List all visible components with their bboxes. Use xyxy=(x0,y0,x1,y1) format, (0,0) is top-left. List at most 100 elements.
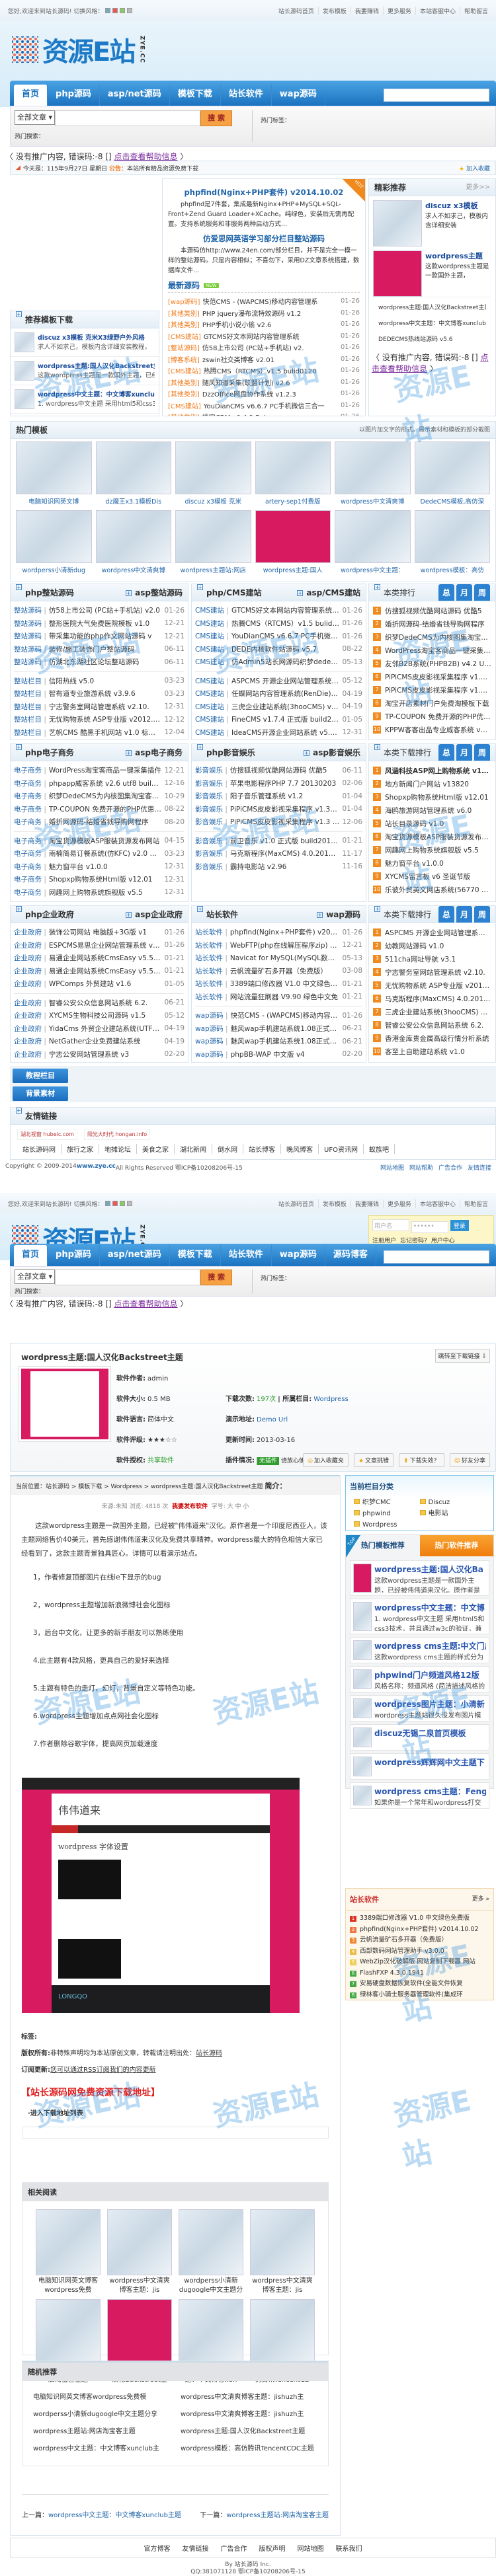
row-category[interactable]: CMS建站 xyxy=(195,702,229,712)
rank-item[interactable]: 9 香港金库贵金属高级行情分析系统 xyxy=(373,1032,491,1045)
latest-title[interactable]: 随风知道采集(联盟计划) v2.6 xyxy=(202,377,338,387)
username-input[interactable]: 用户名 xyxy=(372,1219,409,1231)
category-link[interactable]: Wordpress xyxy=(313,1396,349,1403)
nav-item-3[interactable]: 模板下载 xyxy=(170,1245,221,1266)
latest-item[interactable]: [博客系统] zswin社交类博客 v2.01 01-26 xyxy=(168,354,360,365)
sidebar-template-item[interactable]: wordpress cms主题:中文门户 这款wordpress cms主题的样式… xyxy=(350,1637,489,1663)
latest-category[interactable]: [其他类别] xyxy=(168,319,200,329)
pick-link[interactable]: DEDECMS热线站源码 v5.6 xyxy=(378,332,486,348)
row-title[interactable]: 仿湖北东湖社区论坛整站源码 xyxy=(49,657,162,667)
row-category[interactable]: CMS建站 xyxy=(195,631,229,641)
software-title[interactable]: 西部数码网站管理助手 v3.0.0 xyxy=(360,1948,444,1955)
sidebar-item-title[interactable]: discuz无锡二泉首页模板 xyxy=(374,1727,466,1739)
nav-item-0[interactable]: 首页 xyxy=(14,1245,48,1266)
row-title[interactable]: 整形医院大气免费医院模板 v1.0 xyxy=(49,619,162,628)
latest-item[interactable]: [其他类别] DzzOffice网盘协作系统 v1.2.3 01-26 xyxy=(168,388,360,400)
tab-hot-software[interactable]: 热门软件推荐 xyxy=(419,1535,493,1556)
row-title[interactable]: 信阳热线 v5.0 xyxy=(49,676,162,686)
category-item[interactable]: 织梦CMC xyxy=(354,1497,420,1508)
software-item[interactable]: 5 WebZip汉化破解版 网站复制下载器 网站 xyxy=(350,1957,489,1968)
section-tab[interactable]: asp影音娱乐 xyxy=(313,748,360,757)
rank-tab-2[interactable]: 周 xyxy=(474,906,490,923)
hot-template-title[interactable]: wordperss小清新dug xyxy=(16,563,92,576)
rank-item[interactable]: 10 客至上自助建站系统 v1.0 xyxy=(373,1045,491,1058)
related-title[interactable]: wordpress中文清爽博客主题：jis xyxy=(250,2277,315,2295)
related-title[interactable]: wordpress中文清爽博客主题：jis xyxy=(107,2277,172,2295)
row-category[interactable]: 整站源码 xyxy=(14,619,46,628)
rank-tab-0[interactable]: 总 xyxy=(438,906,454,923)
row-title[interactable]: 阳子音乐管理系统 v1.2 xyxy=(230,791,340,801)
section-tab[interactable]: asp整站源码 xyxy=(135,588,183,597)
list-row[interactable]: 企业政府易通企业网站系统CmsEasy v5.5 UTF-01-21 xyxy=(14,965,185,978)
download-broken-button[interactable]: ⬆ 下载失效？ xyxy=(399,1453,444,1467)
row-category[interactable]: 影音娱乐 xyxy=(195,849,227,858)
friend-link[interactable]: 站长博客 xyxy=(243,1144,281,1154)
row-category[interactable]: 企业政府 xyxy=(14,1010,46,1020)
row-category[interactable]: 企业政府 xyxy=(14,953,46,963)
friend-link[interactable]: 倒水网 xyxy=(212,1144,243,1154)
latest-title[interactable]: 悟空CRM v0.4.9 Beta xyxy=(202,412,338,416)
row-category[interactable]: 整站源码 xyxy=(14,644,46,654)
row-category[interactable]: CMS建站 xyxy=(195,605,229,615)
top-link-help[interactable]: 帮助留言 xyxy=(459,1199,488,1208)
hot-template-title[interactable]: wordpress模板：高仿 xyxy=(415,563,491,576)
latest-category[interactable]: [CMS建站] xyxy=(168,365,201,375)
row-category[interactable]: 企业政府 xyxy=(14,927,46,937)
list-row[interactable]: 整站栏目宁志警务室网站管理系统 v2.10.12-31 xyxy=(14,701,185,714)
list-row[interactable]: wap源码魅风wap手机建站系统1.08正式版（06-21 xyxy=(195,1035,362,1048)
row-category[interactable]: 站长软件 xyxy=(195,940,227,950)
search-scope-select[interactable]: 全部文章 ▾ xyxy=(15,110,56,125)
recommend-item[interactable]: discuz x3模板 克米X3绿野户外风格 求人不如求己，模板内含详细安装教程， xyxy=(11,328,159,357)
software-title[interactable]: 绿林客小骑士服务器管理软件(集成环 xyxy=(360,1991,463,1998)
top-link-home[interactable]: 站长源码首页 xyxy=(278,7,314,15)
row-title[interactable]: 宁志公安网站管理系统 v3 xyxy=(49,1049,162,1059)
category-item[interactable]: 电影站 xyxy=(419,1508,486,1519)
list-row[interactable]: 企业政府NetGather企业免费建站系统04-19 xyxy=(14,1035,185,1048)
row-title[interactable]: 魅风wap手机建站系统1.08正式版（ xyxy=(231,1024,340,1034)
background-material-button[interactable]: 背景素材 xyxy=(13,1086,68,1101)
related-item[interactable]: wordperss小清新dugoogle中文主题分 xyxy=(179,2209,243,2295)
friend-link[interactable]: UFO资讯网 xyxy=(319,1144,364,1154)
list-row[interactable]: CMS建站ASPCMS 开源企业网站管理系统 GB05-12 xyxy=(195,675,362,688)
jump-to-download-button[interactable]: 跳转至下载链接 ⇩ xyxy=(434,1349,490,1363)
list-row[interactable]: 影音娱乐PiPiCMS皮皮影视采集程序 v1.3 正式12-06 xyxy=(195,815,362,829)
software-more-link[interactable]: 更多 » xyxy=(472,1894,489,1905)
row-category[interactable]: 整站栏目 xyxy=(14,714,46,724)
random-item[interactable]: wordpress中文清爽博客主题：jishuzh主 xyxy=(175,2389,323,2406)
row-category[interactable]: 电子商务 xyxy=(14,804,46,814)
rank-item[interactable]: 8 淘宝开店素材门户免费淘模板下载 xyxy=(373,697,491,710)
row-title[interactable]: 仿搜狐视频优酷网站源码 优酷5 xyxy=(230,765,340,775)
section-tab[interactable]: php整站源码 xyxy=(25,584,74,601)
row-title[interactable]: 云帆流量矿石多开器（免费版） xyxy=(230,966,340,976)
row-title[interactable]: phpfind(Nginx+PHP套件) v2014.10.02 xyxy=(230,927,340,937)
hot-template-title[interactable]: wordpress中文主题： xyxy=(335,563,411,576)
row-category[interactable]: wap源码 xyxy=(195,1049,228,1059)
latest-category[interactable]: [其他类别] xyxy=(168,389,200,398)
list-row[interactable]: CMS建站IdeaCMS开源企业网站系统 v5.0 bui12-31 xyxy=(195,726,362,739)
row-category[interactable]: CMS建站 xyxy=(195,657,229,667)
hot-template-title[interactable]: discuz x3模板 克米 xyxy=(175,494,251,508)
list-row[interactable]: CMS建站热腾CMS（RTCMS）v1.5 bulid012001-26 xyxy=(195,617,362,630)
row-category[interactable]: 企业政府 xyxy=(14,940,46,950)
top-link-help[interactable]: 帮助留言 xyxy=(459,6,488,15)
row-category[interactable]: 影音娱乐 xyxy=(195,765,227,775)
rank-item-title[interactable]: PiPiCMS皮皮影视采集程序 v1.1.023 xyxy=(385,685,491,695)
latest-category[interactable]: [其他类别] xyxy=(168,308,200,318)
nav-item-4[interactable]: 站长软件 xyxy=(221,85,272,106)
software-item[interactable]: 4 西部数码网站管理助手 v3.0.0 xyxy=(350,1946,489,1957)
row-category[interactable]: CMS建站 xyxy=(195,728,229,738)
row-title[interactable]: ESPCMS易思企业网站管理系统 v6.2 xyxy=(49,940,162,950)
latest-category[interactable]: [整站源码] xyxy=(168,342,200,352)
list-row[interactable]: 电子商务织梦DedeCMS为内核图集淘宝客源码10-29 xyxy=(14,790,185,803)
rank-item-title[interactable]: 站长目录源码 v1.0 xyxy=(385,819,444,829)
random-item[interactable]: 电脑知识网英文博客wordpress免费模 xyxy=(28,2389,175,2406)
search-scope-select[interactable]: 全部文章 ▾ xyxy=(15,1269,56,1284)
row-title[interactable]: Navicat for MySQL(MySQL数据库管理工具 xyxy=(230,953,340,963)
list-row[interactable]: 整站栏目智有道专业旅游系统 v3.9.603-23 xyxy=(14,687,185,701)
style-swatch-blue[interactable] xyxy=(105,8,111,13)
list-row[interactable]: 站长软件云帆流量矿石多开器（免费版）03-08 xyxy=(195,965,362,978)
nav-item-3[interactable]: 模板下载 xyxy=(170,85,221,106)
list-row[interactable]: 影音娱乐霸持电影站 v2.9611-16 xyxy=(195,860,362,874)
hot-template-item[interactable]: wordpress模板：高仿 xyxy=(414,510,491,576)
search-input[interactable] xyxy=(55,110,201,126)
